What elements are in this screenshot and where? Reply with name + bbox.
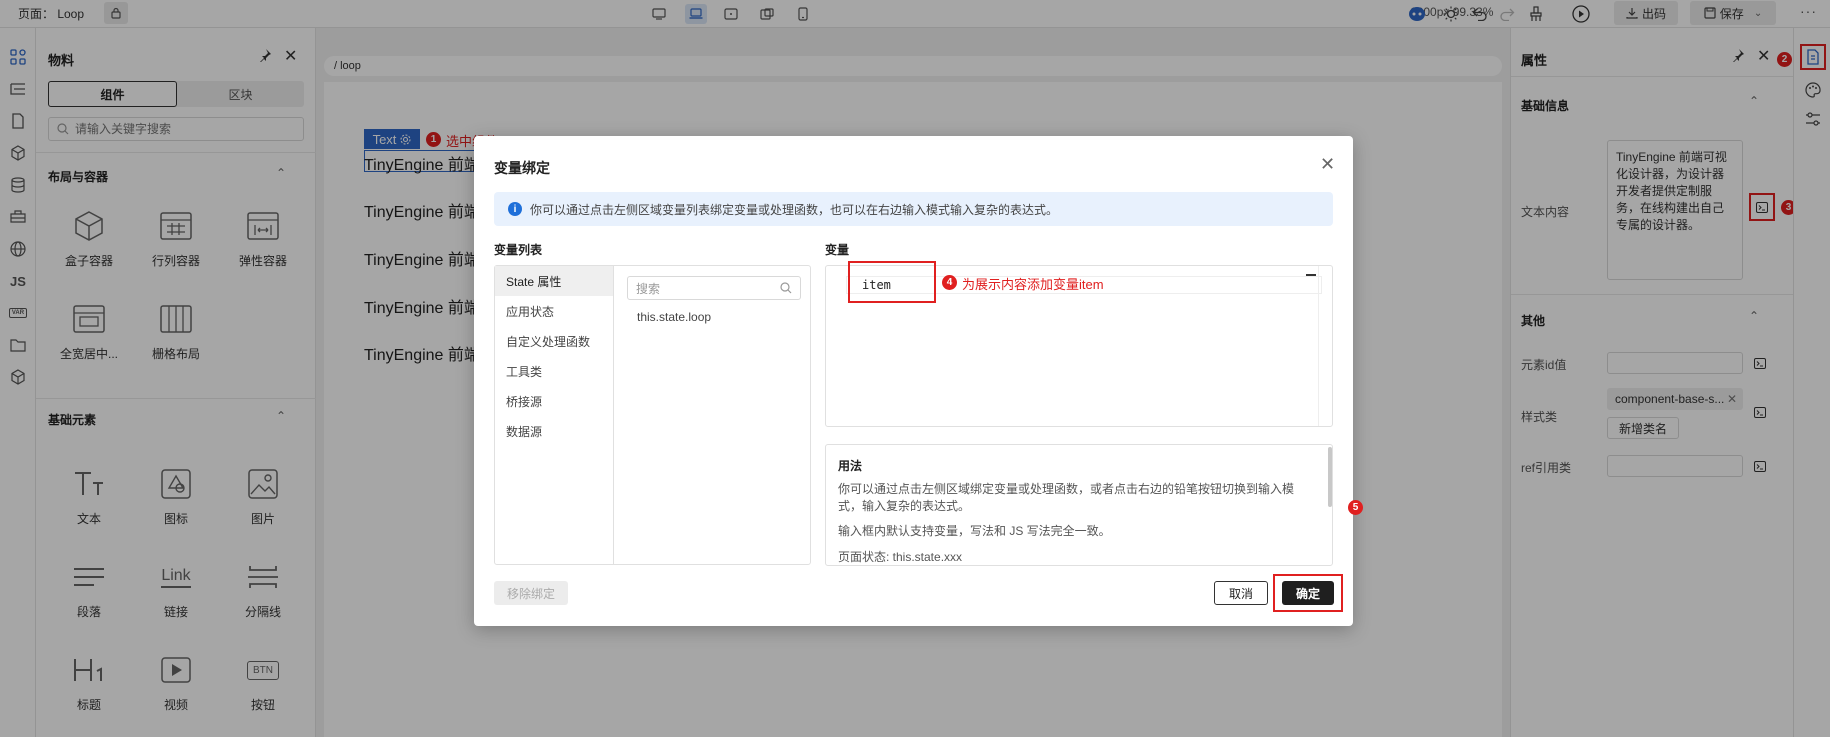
info-icon: i	[508, 202, 522, 216]
category-utils[interactable]: 工具类	[495, 356, 613, 386]
variable-label: 变量	[825, 243, 850, 257]
usage-title: 用法	[838, 459, 863, 473]
usage-paragraph: 输入框内默认支持变量，写法和 JS 写法完全一致。	[838, 524, 1111, 538]
editor-scrollbar[interactable]	[1318, 266, 1332, 426]
search-icon	[780, 282, 792, 294]
annotation-box-4	[848, 261, 936, 303]
info-text: 你可以通过点击左侧区域变量列表绑定变量或处理函数，也可以在右边输入模式输入复杂的…	[530, 202, 1059, 217]
close-icon[interactable]: ✕	[1320, 154, 1335, 175]
annotation-text-4: 为展示内容添加变量item	[962, 277, 1104, 292]
usage-paragraph: 页面状态: this.state.xxx	[838, 550, 963, 564]
variable-list-label: 变量列表	[494, 243, 543, 257]
usage-scrollbar[interactable]	[1328, 447, 1332, 507]
category-state[interactable]: State 属性	[495, 266, 613, 296]
remove-binding-button[interactable]: 移除绑定	[494, 581, 568, 605]
info-alert: i 你可以通过点击左侧区域变量列表绑定变量或处理函数，也可以在右边输入模式输入复…	[494, 192, 1333, 226]
variable-categories: State 属性 应用状态 自定义处理函数 工具类 桥接源 数据源	[495, 266, 614, 564]
variable-search[interactable]: 搜索	[627, 276, 801, 300]
variable-item[interactable]: this.state.loop	[637, 310, 711, 324]
variable-list-box: State 属性 应用状态 自定义处理函数 工具类 桥接源 数据源 搜索 thi…	[494, 265, 811, 565]
confirm-button[interactable]: 确定	[1282, 581, 1334, 605]
dialog-title: 变量绑定	[494, 160, 550, 176]
category-datasource[interactable]: 数据源	[495, 416, 613, 446]
usage-help: 用法 你可以通过点击左侧区域绑定变量或处理函数，或者点击右边的铅笔按钮切换到输入…	[825, 444, 1333, 566]
usage-paragraph: 你可以通过点击左侧区域绑定变量或处理函数，或者点击右边的铅笔按钮切换到输入模式，…	[838, 482, 1295, 513]
variable-search-placeholder: 搜索	[636, 281, 661, 296]
category-bridge[interactable]: 桥接源	[495, 386, 613, 416]
category-custom-functions[interactable]: 自定义处理函数	[495, 326, 613, 356]
annotation-marker-4: 4	[942, 275, 957, 290]
cancel-button[interactable]: 取消	[1214, 581, 1268, 605]
variable-binding-dialog: 变量绑定 ✕ i 你可以通过点击左侧区域变量列表绑定变量或处理函数，也可以在右边…	[474, 136, 1363, 626]
minimize-icon[interactable]	[1306, 274, 1316, 276]
category-app-state[interactable]: 应用状态	[495, 296, 613, 326]
annotation-marker-5: 5	[1348, 500, 1363, 515]
